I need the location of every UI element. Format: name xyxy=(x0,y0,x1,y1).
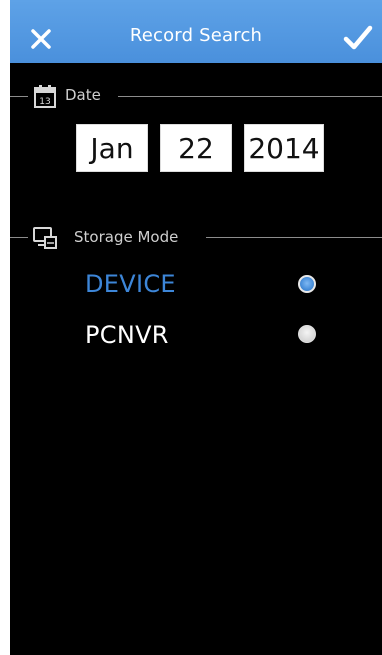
page-title: Record Search xyxy=(129,25,263,46)
storage-device-icon xyxy=(33,227,57,249)
date-divider-left xyxy=(10,96,28,97)
storage-divider-left xyxy=(10,237,28,238)
header-bar: Record Search xyxy=(10,0,382,63)
checkmark-icon[interactable] xyxy=(342,24,374,52)
date-section-label: Date xyxy=(65,86,101,104)
storage-section-label: Storage Mode xyxy=(74,228,179,246)
storage-divider-right xyxy=(206,237,382,238)
date-divider-right xyxy=(118,96,382,97)
svg-text:13: 13 xyxy=(39,97,50,107)
year-field[interactable]: 2014 xyxy=(244,124,324,172)
record-search-dialog: Record Search 13 Date Jan 22 2014 Storag… xyxy=(10,0,382,655)
option-label-pcnvr: PCNVR xyxy=(85,321,169,349)
calendar-icon: 13 xyxy=(34,85,56,108)
day-field[interactable]: 22 xyxy=(160,124,232,172)
radio-device[interactable] xyxy=(298,275,316,293)
month-field[interactable]: Jan xyxy=(76,124,148,172)
option-label-device: DEVICE xyxy=(85,270,176,298)
radio-pcnvr[interactable] xyxy=(298,325,316,343)
